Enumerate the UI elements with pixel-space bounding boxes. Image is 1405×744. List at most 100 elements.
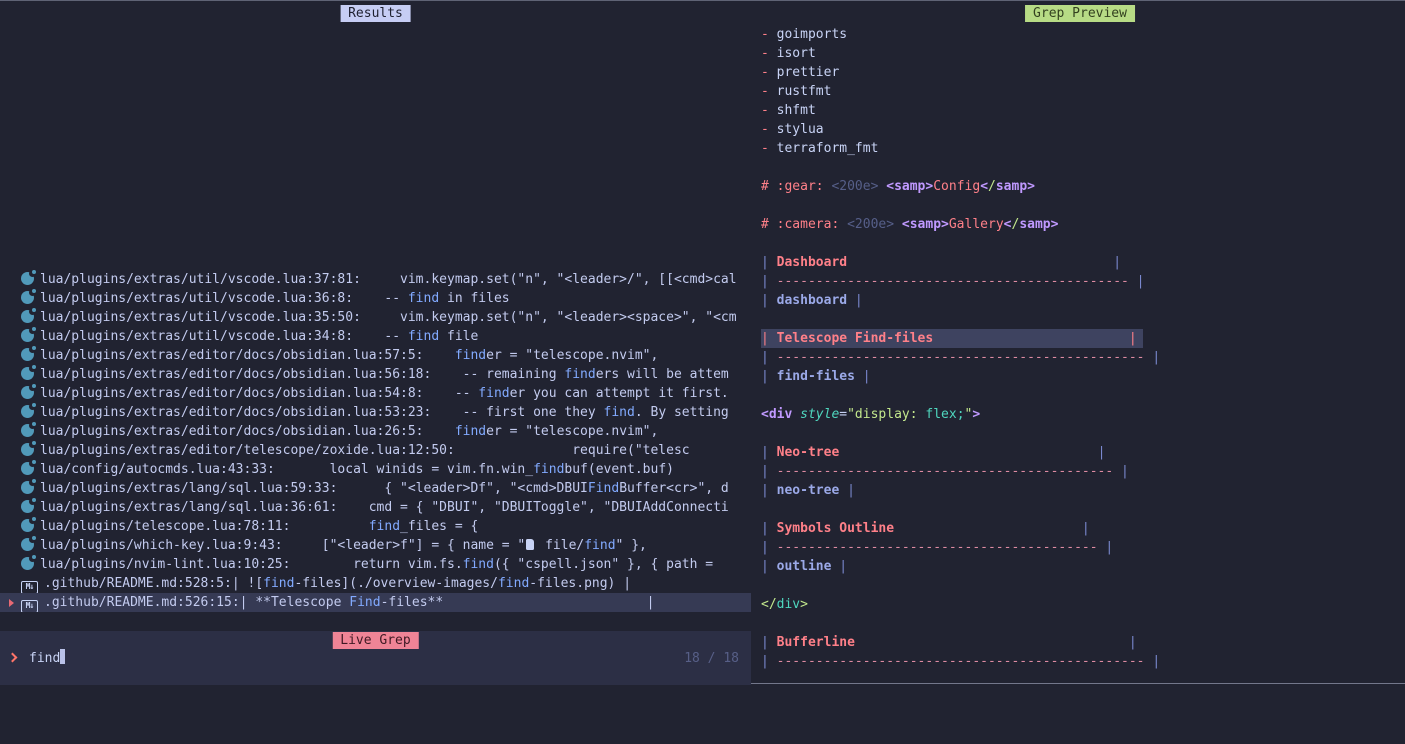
preview-line-content: | dashboard | [761,293,863,308]
text-segment: | [761,350,777,365]
text-segment: ----------------------------------------… [777,540,1098,555]
result-row[interactable]: lua/plugins/extras/editor/telescope/zoxi… [0,441,751,460]
result-row[interactable]: lua/plugins/extras/util/vscode.lua:37:81… [0,270,751,289]
search-input[interactable]: find 18 / 18 [0,649,751,668]
text-segment: lua/plugins/extras/editor/docs/obsidian.… [40,348,455,363]
text-segment: lua/plugins/extras/editor/docs/obsidian.… [40,405,604,420]
text-segment: div [777,597,800,612]
text-segment: - [761,46,777,61]
result-row[interactable]: lua/plugins/extras/editor/docs/obsidian.… [0,365,751,384]
text-segment: _files = { [400,519,478,534]
text-segment: | [761,521,777,536]
text-segment: <200e> [831,179,886,194]
preview-line-content: - terraform_fmt [761,141,878,156]
text-segment: in files [439,291,509,306]
result-row[interactable]: lua/plugins/extras/util/vscode.lua:35:50… [0,308,751,327]
grep-preview-panel: Grep Preview - goimports- isort- prettie… [755,1,1405,685]
result-row[interactable]: lua/plugins/extras/editor/docs/obsidian.… [0,384,751,403]
text-segment: Telescope Find-files [777,331,934,346]
text-segment: | [1113,464,1129,479]
preview-line: | Bufferline | [755,633,1405,652]
lua-file-icon [21,424,34,437]
preview-line [755,576,1405,595]
preview-line-highlighted: | Telescope Find-files | [755,329,1405,348]
text-segment: # :camera: [761,217,847,232]
text-segment: / [988,179,996,194]
results-panel-title: Results [340,5,411,22]
text-segment: Neo-tree [777,445,840,460]
text-segment: < [980,179,988,194]
text-segment: </ [761,597,777,612]
text-segment: -files](./overview-images/ [294,576,498,591]
result-row[interactable]: M↓.github/README.md:526:15:| **Telescope… [0,593,751,612]
match-text: find [463,557,494,572]
text-segment: dashboard [777,293,847,308]
result-row[interactable]: lua/plugins/extras/util/vscode.lua:36:8:… [0,289,751,308]
text-segment: terraform_fmt [777,141,879,156]
text-segment: - [761,141,777,156]
preview-line: </div> [755,595,1405,614]
text-segment: | [761,654,777,669]
text-segment: -files.png) | [529,576,631,591]
text-segment [847,255,1113,270]
text-segment: | [847,293,863,308]
text-segment: <200e> [847,217,902,232]
result-row[interactable]: lua/plugins/telescope.lua:78:11: find_fi… [0,517,751,536]
text-segment: lua/plugins/extras/editor/docs/obsidian.… [40,424,455,439]
preview-line-content: - goimports [761,27,847,42]
preview-line-content: # :gear: <200e> <samp>Config</samp> [761,179,1035,194]
text-segment: prettier [777,65,840,80]
text-segment [792,407,800,422]
lua-file-icon [21,348,34,361]
text-segment: samp> [1019,217,1058,232]
match-text: find [263,576,294,591]
text-segment: | [855,369,871,384]
preview-line: | --------------------------------------… [755,652,1405,671]
preview-line: | Symbols Outline | [755,519,1405,538]
result-row[interactable]: lua/plugins/which-key.lua:9:43: ["<leade… [0,536,751,555]
preview-line [755,500,1405,519]
live-grep-title: Live Grep [332,632,418,649]
text-segment: isort [777,46,816,61]
text-segment: lua/plugins/extras/util/vscode.lua:34:8:… [40,329,408,344]
lua-file-icon [21,310,34,323]
result-row[interactable]: lua/plugins/extras/editor/docs/obsidian.… [0,403,751,422]
preview-line: - rustfmt [755,82,1405,101]
preview-line-content: | --------------------------------------… [761,274,1145,289]
preview-line-content: <div style="display: flex;"> [761,407,980,422]
text-segment: - [761,65,777,80]
preview-line: - goimports [755,25,1405,44]
result-row[interactable]: lua/plugins/extras/lang/sql.lua:36:61: c… [0,498,751,517]
text-segment: outline [777,559,832,574]
result-row[interactable]: M↓.github/README.md:528:5:| ![find-files… [0,574,751,593]
result-row[interactable]: lua/config/autocmds.lua:43:33: local win… [0,460,751,479]
text-segment: | [1145,350,1161,365]
result-row[interactable]: lua/plugins/extras/editor/docs/obsidian.… [0,346,751,365]
text-segment: lua/plugins/extras/editor/docs/obsidian.… [40,386,478,401]
text-segment: | [761,464,777,479]
text-segment: -files** | [381,595,655,610]
result-row[interactable]: lua/plugins/extras/lang/sql.lua:59:33: {… [0,479,751,498]
match-text: find [564,367,595,382]
result-row[interactable]: lua/plugins/extras/util/vscode.lua:34:8:… [0,327,751,346]
text-segment: | [761,445,777,460]
text-segment: lua/plugins/extras/editor/docs/obsidian.… [40,367,564,382]
lua-file-icon [21,272,34,285]
preview-line: - isort [755,44,1405,63]
text-segment: | [761,274,777,289]
text-segment: lua/plugins/extras/lang/sql.lua:36:61: c… [40,500,729,515]
grep-preview-title: Grep Preview [1025,5,1135,22]
result-row[interactable]: lua/plugins/nvim-lint.lua:10:25: return … [0,555,751,574]
text-segment: | [1129,274,1145,289]
preview-line: <div style="display: flex;"> [755,405,1405,424]
match-text: find [455,348,486,363]
preview-line: | --------------------------------------… [755,348,1405,367]
text-segment: Bufferline [777,635,855,650]
text-segment: | [1113,255,1121,270]
preview-line-content: | neo-tree | [761,483,855,498]
text-segment: rustfmt [777,84,832,99]
result-row[interactable]: lua/plugins/extras/editor/docs/obsidian.… [0,422,751,441]
match-text: find [533,462,564,477]
text-segment: - [761,27,777,42]
preview-line: # :gear: <200e> <samp>Config</samp> [755,177,1405,196]
